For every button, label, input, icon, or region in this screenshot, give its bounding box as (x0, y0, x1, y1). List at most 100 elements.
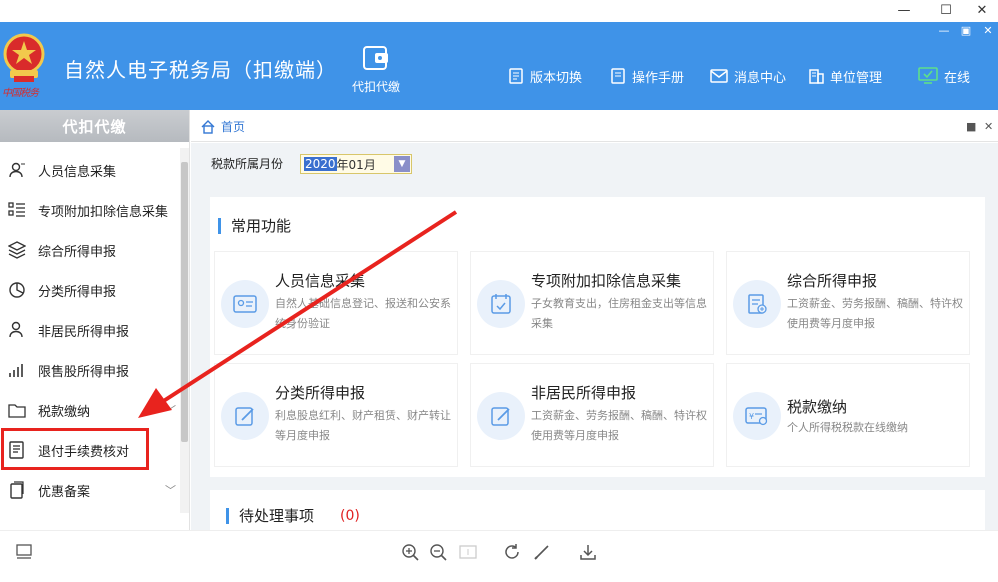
nav-manual[interactable]: 操作手册 (610, 66, 684, 86)
zoom-in-icon[interactable] (400, 542, 420, 562)
layout-icon[interactable] (14, 542, 34, 562)
wallet-icon (363, 46, 388, 70)
window-maximize-button[interactable]: ☐ (930, 0, 962, 20)
card-classified-income[interactable]: 分类所得申报 利息股息红利、财产租赁、财产转让等月度申报 (214, 363, 458, 467)
nav-online-status[interactable]: 在线 (918, 66, 970, 86)
pending-title-text: 待处理事项 (239, 507, 315, 525)
chevron-down-icon[interactable]: ▼ (394, 156, 410, 172)
edit-icon (221, 392, 269, 440)
mail-icon (710, 69, 728, 83)
folder-icon (8, 404, 26, 418)
app-close-button[interactable]: ✕ (978, 24, 998, 37)
bottom-toolbar (0, 530, 998, 582)
card-title: 人员信息采集 (275, 272, 366, 290)
sidebar-item-label: 优惠备案 (38, 484, 91, 500)
card-title: 非居民所得申报 (531, 384, 637, 402)
tab-restore-icon[interactable]: ■ (966, 120, 976, 133)
sidebar-item-label: 分类所得申报 (38, 284, 117, 300)
chevron-down-icon[interactable]: ﹀ (165, 402, 176, 418)
card-tax-payment[interactable]: ¥ 税款缴纳 个人所得税税款在线缴纳 (726, 363, 970, 467)
sidebar-item-label: 税款缴纳 (38, 404, 91, 420)
list-icon (8, 202, 25, 217)
period-select[interactable]: 2020 年01月 ▼ (300, 154, 412, 174)
card-title: 分类所得申报 (275, 384, 366, 402)
edit-icon (477, 392, 525, 440)
card-comprehensive-income[interactable]: 综合所得申报 工资薪金、劳务报酬、稿酬、特许权使用费等月度申报 (726, 251, 970, 355)
nav-label: 消息中心 (734, 70, 787, 86)
card-description: 子女教育支出，住房租金支出等信息采集 (531, 297, 707, 330)
card-description: 工资薪金、劳务报酬、稿酬、特许权使用费等月度申报 (531, 409, 707, 442)
chevron-down-icon[interactable]: ﹀ (165, 482, 176, 498)
document-icon (509, 68, 523, 84)
app-title: 自然人电子税务局（扣缴端） (64, 58, 337, 82)
sidebar-item-nonresident-income[interactable]: 非居民所得申报 (0, 310, 180, 350)
emblem-caption: 中国税务 (2, 88, 39, 99)
sidebar-item-personnel-info[interactable]: 人员信息采集 (0, 150, 180, 190)
zoom-out-icon[interactable] (428, 542, 448, 562)
card-nonresident-income[interactable]: 非居民所得申报 工资薪金、劳务报酬、稿酬、特许权使用费等月度申报 (470, 363, 714, 467)
common-functions-title: 常用功能 (218, 215, 291, 236)
tab-close-icon[interactable]: ✕ (984, 120, 993, 133)
window-close-button[interactable]: ✕ (966, 0, 998, 20)
sidebar-item-special-deduction[interactable]: 专项附加扣除信息采集 (0, 190, 180, 230)
pie-chart-icon (9, 282, 25, 298)
nav-label: 操作手册 (632, 70, 685, 86)
building-icon (809, 69, 824, 84)
card-personnel-info[interactable]: 人员信息采集 自然人基础信息登记、报送和公安系统身份验证 (214, 251, 458, 355)
app-restore-button[interactable]: ▣ (956, 24, 976, 37)
home-icon (201, 119, 215, 134)
feature-label: 代扣代缴 (351, 80, 400, 94)
nav-unit-management[interactable]: 单位管理 (808, 66, 882, 86)
app-header: 中国税务 自然人电子税务局（扣缴端） 代扣代缴 版本切换 操作手册 消息中心 单… (0, 22, 998, 110)
section-marker (218, 217, 221, 234)
nav-version-switch[interactable]: 版本切换 (508, 66, 582, 86)
calendar-check-icon (477, 280, 525, 328)
monitor-check-icon (918, 67, 938, 84)
window-titlebar: — ☐ ✕ (0, 0, 998, 22)
download-icon[interactable] (578, 542, 598, 562)
app-minimize-button[interactable]: — (934, 24, 954, 37)
manual-icon (611, 68, 625, 84)
pending-title: 待处理事项 (0) (226, 505, 360, 526)
period-label: 税款所属月份 (211, 156, 284, 171)
svg-text:¥: ¥ (749, 412, 754, 421)
sidebar-item-label: 非居民所得申报 (38, 324, 130, 340)
nav-label: 单位管理 (830, 70, 883, 86)
section-marker (226, 507, 229, 524)
sidebar-item-classified-income[interactable]: 分类所得申报 (0, 270, 180, 310)
card-title: 税款缴纳 (787, 398, 848, 416)
card-title: 综合所得申报 (787, 272, 878, 290)
sidebar-item-label: 综合所得申报 (38, 244, 117, 260)
fit-page-icon[interactable] (458, 542, 478, 562)
sidebar-heading: 代扣代缴 (0, 110, 189, 142)
form-add-icon (733, 280, 781, 328)
person-add-icon (9, 162, 25, 178)
pending-count[interactable]: (0) (340, 508, 360, 524)
sidebar-item-label: 人员信息采集 (38, 164, 117, 180)
copy-icon (10, 481, 24, 499)
sidebar-scroll-thumb[interactable] (181, 162, 188, 442)
sidebar-item-preferential-filing[interactable]: 优惠备案 ﹀ (0, 470, 180, 510)
sidebar-item-label: 限售股所得申报 (38, 364, 130, 380)
refresh-icon[interactable] (502, 542, 522, 562)
window-minimize-button[interactable]: — (888, 0, 920, 20)
card-description: 利息股息红利、财产租赁、财产转让等月度申报 (275, 409, 451, 442)
card-description: 工资薪金、劳务报酬、稿酬、特许权使用费等月度申报 (787, 297, 963, 330)
person-icon (9, 321, 23, 338)
pen-icon[interactable] (532, 542, 552, 562)
tax-emblem-icon (3, 33, 45, 82)
annotation-highlight-box (1, 428, 149, 470)
section-title-text: 常用功能 (231, 217, 292, 235)
nav-message-center[interactable]: 消息中心 (710, 66, 786, 86)
layers-icon (8, 241, 26, 259)
card-description: 个人所得税税款在线缴纳 (787, 421, 908, 434)
breadcrumb-home-link[interactable]: 首页 (221, 118, 245, 135)
card-special-deduction[interactable]: 专项附加扣除信息采集 子女教育支出，住房租金支出等信息采集 (470, 251, 714, 355)
sidebar-item-comprehensive-income[interactable]: 综合所得申报 (0, 230, 180, 270)
sidebar-item-tax-payment[interactable]: 税款缴纳 ﹀ (0, 390, 180, 430)
yen-document-icon: ¥ (733, 392, 781, 440)
sidebar-item-restricted-shares[interactable]: 限售股所得申报 (0, 350, 180, 390)
card-title: 专项附加扣除信息采集 (531, 272, 682, 290)
card-description: 自然人基础信息登记、报送和公安系统身份验证 (275, 297, 451, 330)
feature-withholding-button[interactable]: 代扣代缴 (344, 44, 408, 100)
